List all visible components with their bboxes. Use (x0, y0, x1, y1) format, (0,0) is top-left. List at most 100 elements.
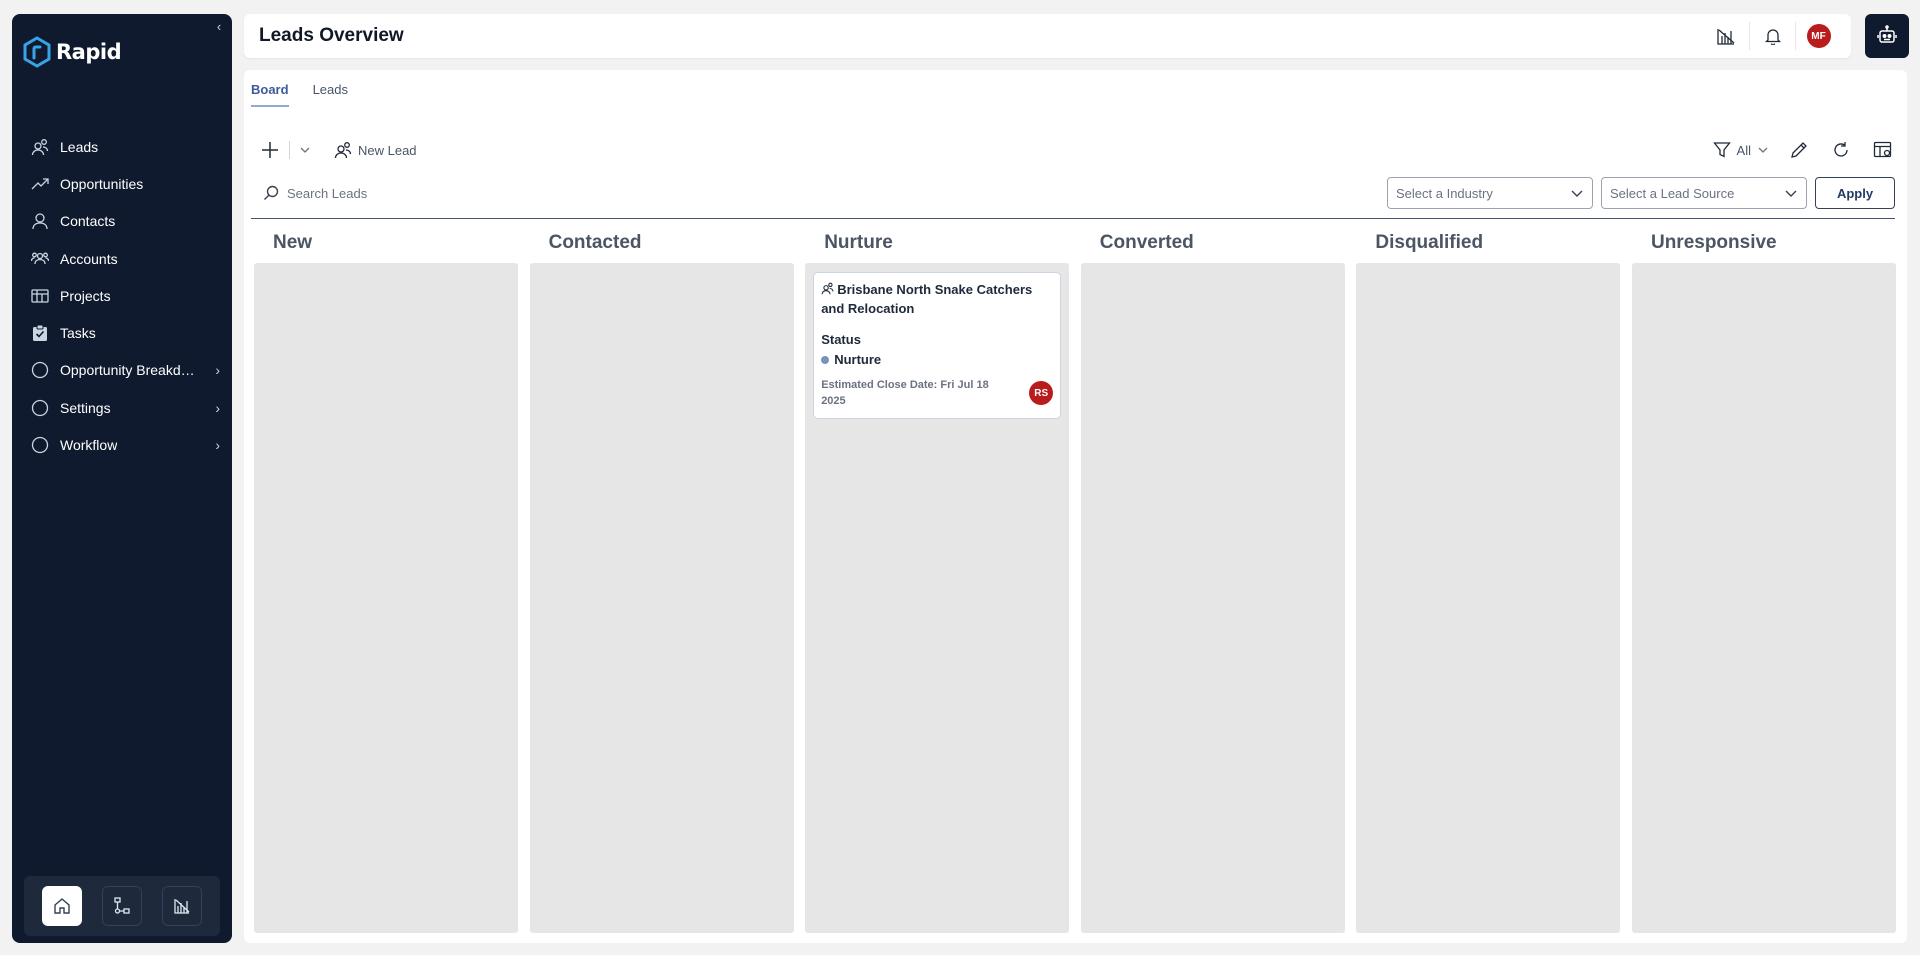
flow-icon (114, 897, 130, 914)
sidebar-item-label: Tasks (60, 325, 96, 342)
tab-leads[interactable]: Leads (313, 82, 348, 107)
chevron-down-icon (1785, 190, 1797, 197)
sidebar-item-label: Opportunities (60, 175, 144, 192)
lead-card[interactable]: Brisbane North Snake Catchers and Reloca… (813, 272, 1062, 419)
projects-icon (30, 286, 50, 306)
column-title: Disqualified (1375, 232, 1484, 253)
leads-icon (821, 282, 834, 300)
sidebar: ‹ Rapid Leads Opportunities Contacts Acc… (12, 14, 232, 943)
assistant-button[interactable] (1865, 14, 1909, 58)
new-lead-button[interactable]: New Lead (334, 141, 417, 159)
search-input[interactable] (287, 185, 647, 201)
column-dropzone[interactable] (254, 263, 518, 933)
tab-board[interactable]: Board (251, 82, 289, 107)
chevron-right-icon: › (215, 362, 220, 379)
notifications-button[interactable] (1749, 22, 1795, 50)
reports-button[interactable] (1703, 22, 1749, 50)
top-header: Leads Overview MF (244, 14, 1851, 58)
reports-button[interactable] (162, 886, 202, 926)
page-title: Leads Overview (259, 25, 404, 46)
view-tabs: Board Leads (251, 82, 348, 107)
board-settings-button[interactable] (1871, 138, 1895, 162)
apply-button[interactable]: Apply (1815, 177, 1895, 209)
sidebar-item-accounts[interactable]: Accounts (12, 240, 232, 277)
toolbar-actions: All (1712, 135, 1895, 165)
leads-icon (30, 137, 50, 157)
board-column-new: New (254, 230, 518, 933)
sidebar-item-label: Projects (60, 287, 111, 304)
lead-card-title: Brisbane North Snake Catchers and Reloca… (821, 281, 1053, 318)
sidebar-item-label: Leads (60, 138, 99, 155)
collapse-sidebar-icon[interactable]: ‹ (212, 20, 226, 34)
column-dropzone[interactable] (1631, 263, 1896, 933)
table-settings-icon (1873, 141, 1892, 158)
owner-avatar[interactable]: RS (1029, 381, 1054, 405)
column-title: New (273, 232, 313, 253)
status-value: Nurture (834, 352, 882, 367)
filter-label: All (1736, 142, 1751, 158)
filter-icon (1712, 142, 1731, 158)
user-icon (30, 211, 50, 231)
tasks-icon (30, 323, 50, 343)
column-dropzone[interactable] (1356, 263, 1621, 933)
column-dropzone[interactable]: Brisbane North Snake Catchers and Reloca… (805, 263, 1070, 933)
sidebar-item-label: Workflow (60, 437, 118, 454)
circle-icon (30, 398, 50, 418)
sidebar-nav: Leads Opportunities Contacts Accounts Pr… (12, 128, 232, 464)
lead-source-select[interactable]: Select a Lead Source (1601, 177, 1807, 209)
sidebar-item-label: Contacts (60, 213, 116, 230)
bell-icon (1764, 29, 1781, 45)
leads-icon (334, 142, 352, 159)
sidebar-item-settings[interactable]: Settings › (12, 389, 232, 426)
status-dot-icon (821, 355, 830, 364)
refresh-button[interactable] (1829, 138, 1853, 162)
estimated-close-date: Estimated Close Date: Fri Jul 18 2025 (821, 379, 989, 407)
status-label: Status (821, 332, 861, 347)
app-logo[interactable]: Rapid (22, 36, 122, 68)
column-title: Contacted (548, 232, 642, 253)
board-toolbar: New Lead All (251, 135, 1895, 165)
sidebar-item-label: Accounts (60, 250, 118, 267)
status-badge: Nurture (821, 352, 1053, 367)
report-icon (174, 899, 190, 914)
chevron-right-icon: › (215, 399, 220, 416)
sidebar-item-tasks[interactable]: Tasks (12, 314, 232, 351)
column-title: Unresponsive (1650, 232, 1777, 253)
sidebar-item-contacts[interactable]: Contacts (12, 203, 232, 240)
industry-select[interactable]: Select a Industry (1387, 177, 1593, 209)
sidebar-item-projects[interactable]: Projects (12, 277, 232, 314)
lead-card-footer: Estimated Close Date: Fri Jul 18 2025 RS (821, 377, 1054, 409)
add-dropdown-button[interactable] (294, 135, 316, 165)
avatar: MF (1806, 24, 1831, 48)
add-button[interactable] (255, 135, 285, 165)
sidebar-item-opportunities[interactable]: Opportunities (12, 165, 232, 202)
board-column-unresponsive: Unresponsive (1631, 230, 1896, 933)
sidebar-item-opportunity-breakdown[interactable]: Opportunity Breakdown › (12, 352, 232, 389)
lead-source-select-placeholder: Select a Lead Source (1610, 185, 1735, 201)
sidebar-item-workflow[interactable]: Workflow › (12, 426, 232, 463)
column-dropzone[interactable] (529, 263, 794, 933)
filter-selects: Select a Industry Select a Lead Source A… (1387, 177, 1895, 209)
chevron-right-icon: › (215, 437, 220, 454)
home-button[interactable] (42, 886, 82, 926)
sidebar-item-leads[interactable]: Leads (12, 128, 232, 165)
main-panel: Board Leads New Lead All Search Leads Se… (244, 70, 1907, 943)
board-column-contacted: Contacted (529, 230, 794, 933)
sidebar-dock (24, 876, 220, 936)
column-dropzone[interactable] (1080, 263, 1345, 933)
new-lead-label: New Lead (358, 142, 417, 158)
sidebar-item-label: Settings (60, 399, 111, 416)
robot-icon (1877, 25, 1897, 43)
filter-dropdown[interactable]: All (1712, 141, 1769, 159)
trend-icon (30, 174, 50, 194)
divider (289, 141, 290, 159)
industry-select-placeholder: Select a Industry (1396, 185, 1493, 201)
chevron-down-icon (1758, 147, 1768, 153)
user-menu-button[interactable]: MF (1795, 22, 1841, 50)
edit-button[interactable] (1787, 138, 1811, 162)
board-column-nurture: Nurture Brisbane North Snake Catchers an… (805, 230, 1070, 933)
refresh-icon (1834, 142, 1848, 157)
add-group: New Lead (255, 135, 417, 165)
board-column-converted: Converted (1080, 230, 1345, 933)
workflow-button[interactable] (102, 886, 142, 926)
